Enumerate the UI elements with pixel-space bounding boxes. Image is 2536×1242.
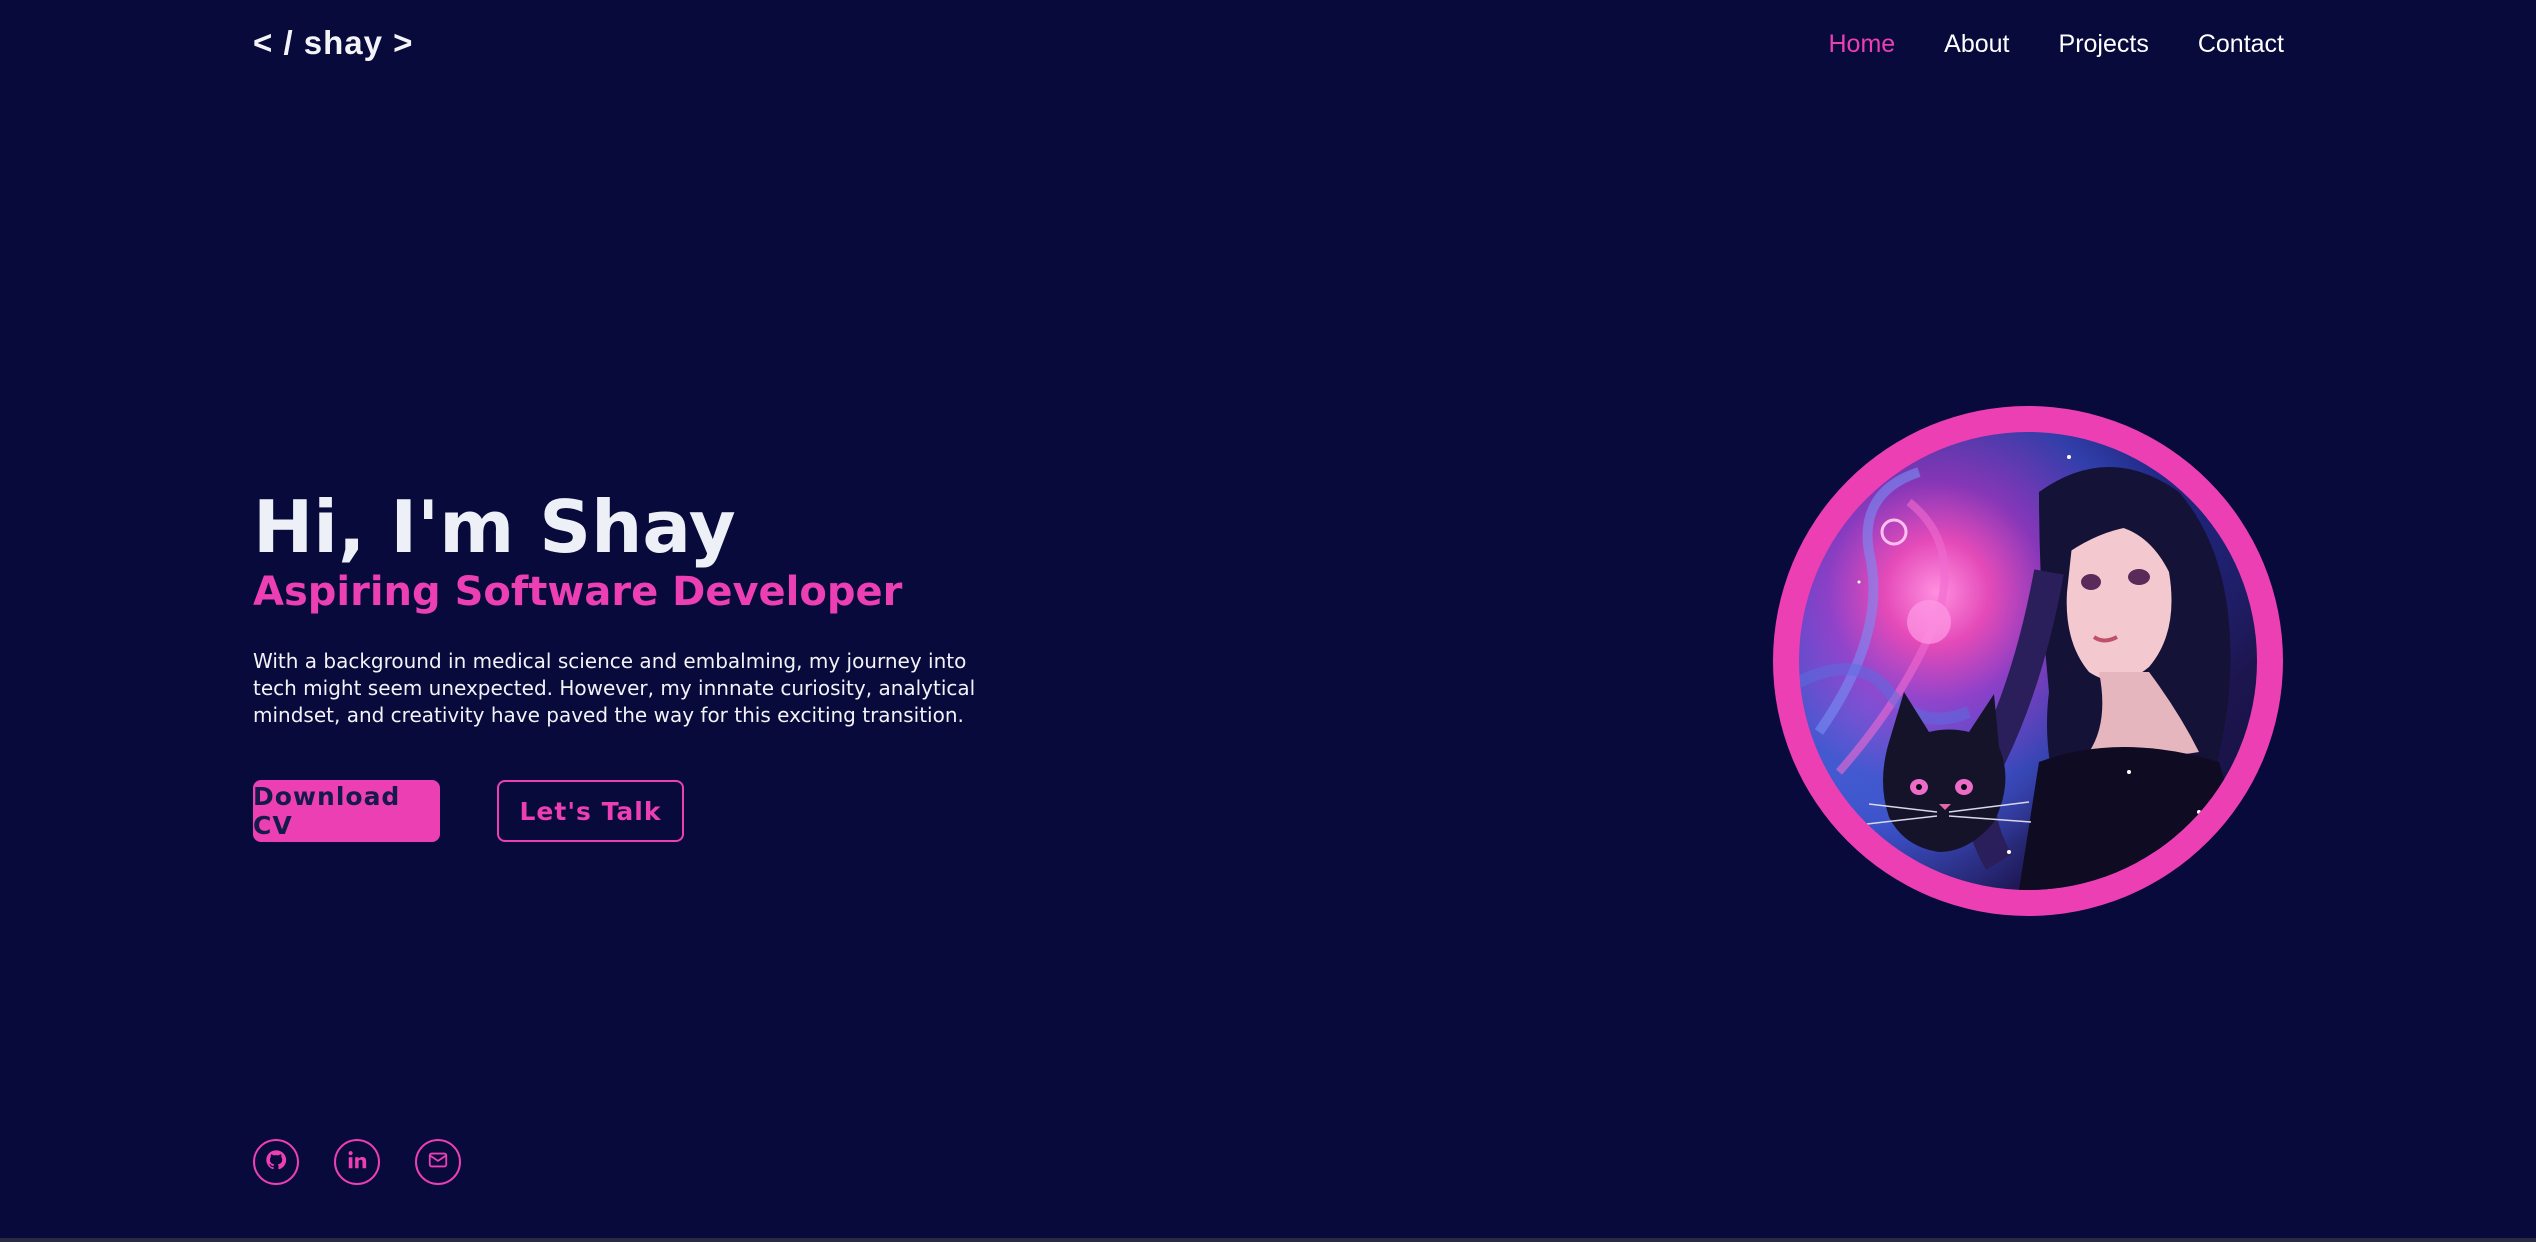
nav-home[interactable]: Home [1828,30,1895,59]
nav-contact[interactable]: Contact [2198,30,2284,59]
bottom-scrollbar[interactable] [0,1238,2536,1242]
email-link[interactable] [415,1139,461,1185]
hero-title: Hi, I'm Shay [253,485,736,569]
github-link[interactable] [253,1139,299,1185]
linkedin-link[interactable] [334,1139,380,1185]
nav-projects[interactable]: Projects [2059,30,2149,59]
portrait-illustration-icon [1799,432,2257,890]
download-cv-button[interactable]: Download CV [253,780,440,842]
logo[interactable]: < / shay > [253,24,413,62]
mail-icon [427,1149,449,1176]
linkedin-icon [346,1149,368,1176]
profile-image-frame [1773,406,2283,916]
nav-about[interactable]: About [1944,30,2009,59]
main-nav: Home About Projects Contact [1828,30,2284,59]
hero-subtitle: Aspiring Software Developer [253,569,903,615]
github-icon [265,1149,287,1176]
lets-talk-button[interactable]: Let's Talk [497,780,684,842]
hero-description: With a background in medical science and… [253,649,976,727]
